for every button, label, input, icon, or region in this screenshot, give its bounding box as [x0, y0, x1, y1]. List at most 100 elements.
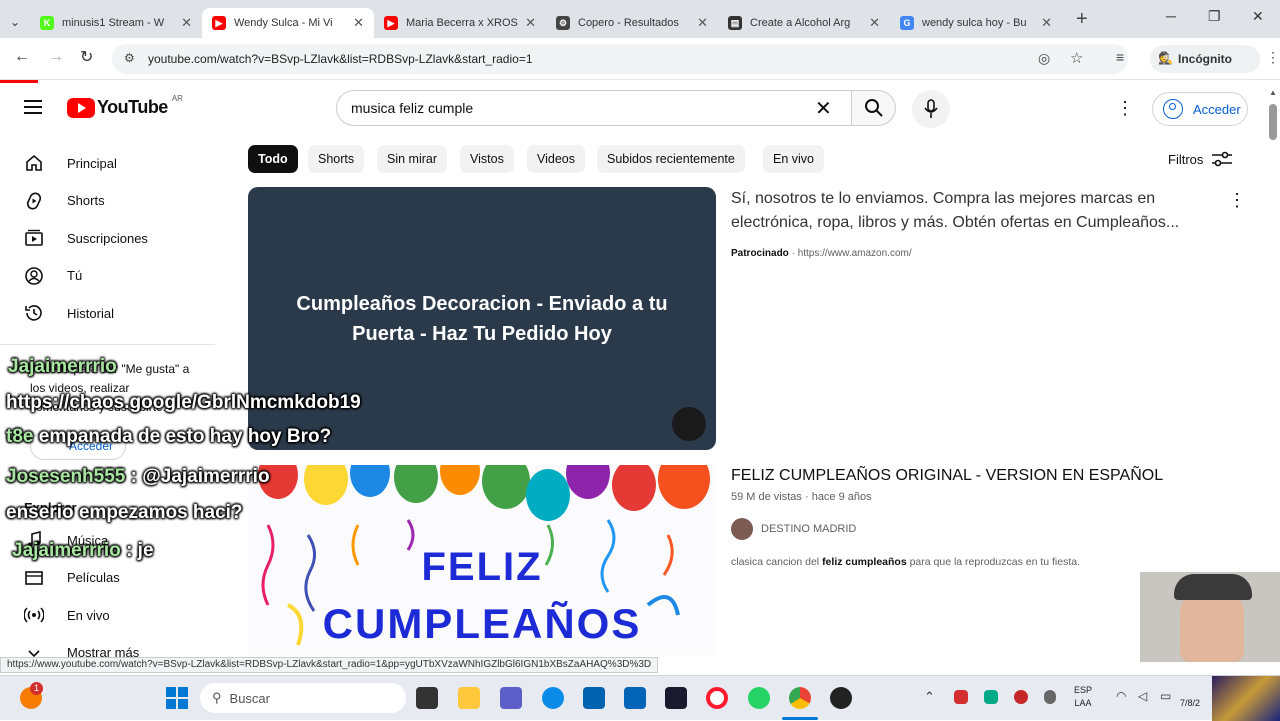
- battery-icon[interactable]: ▭: [1160, 689, 1171, 703]
- teams-icon[interactable]: [500, 687, 522, 709]
- menu-dots-icon[interactable]: ⋮: [1266, 49, 1280, 66]
- sidebar-item[interactable]: En vivo: [24, 597, 110, 633]
- chat-message: Jajaimerrrio: [8, 356, 117, 378]
- voice-search-button[interactable]: [912, 90, 950, 128]
- windows-start-icon[interactable]: [166, 687, 188, 709]
- omnibox[interactable]: ⚙ youtube.com/watch?v=BSvp-LZlavk&list=R…: [112, 44, 1128, 74]
- new-tab-button[interactable]: +: [1076, 8, 1088, 31]
- scroll-thumb[interactable]: [1269, 104, 1277, 140]
- filter-chip[interactable]: Videos: [527, 145, 585, 173]
- thumbnail-title-line2: CUMPLEAÑOS: [322, 600, 642, 647]
- tray-mic-icon[interactable]: [1044, 690, 1056, 704]
- scroll-up-arrow[interactable]: ▲: [1269, 88, 1277, 97]
- opera-icon[interactable]: [706, 687, 728, 709]
- input-language[interactable]: ESP LAA: [1074, 684, 1092, 710]
- tray-app-icon[interactable]: [954, 690, 968, 704]
- tray-app3-icon[interactable]: [1014, 690, 1028, 704]
- bookmark-star-icon[interactable]: ☆: [1070, 49, 1083, 67]
- sidebar-item[interactable]: Tú: [24, 258, 82, 294]
- minimize-button[interactable]: ─: [1166, 8, 1176, 24]
- chat-user: Jajaimerrrio: [8, 356, 117, 377]
- sidebar-item[interactable]: Películas: [24, 560, 120, 596]
- tab-close-icon[interactable]: ✕: [1041, 15, 1052, 31]
- incognito-badge[interactable]: 🕵 Incógnito: [1150, 45, 1260, 73]
- sidebar-item[interactable]: Principal: [24, 145, 117, 181]
- wifi-icon[interactable]: ◠: [1116, 689, 1126, 703]
- sidebar-item[interactable]: Suscripciones: [24, 220, 148, 256]
- tab-close-icon[interactable]: ✕: [869, 15, 880, 31]
- chrome-icon[interactable]: [789, 687, 811, 709]
- tab-close-icon[interactable]: ✕: [181, 15, 192, 31]
- video-thumbnail[interactable]: FELIZ CUMPLEAÑOS: [248, 465, 716, 655]
- browser-tab[interactable]: ▶ Maria Becerra x XROS ✕: [374, 8, 546, 38]
- media-icon[interactable]: ≡: [1116, 49, 1124, 65]
- filter-chip[interactable]: Todo: [248, 145, 298, 173]
- back-icon[interactable]: ←: [14, 48, 30, 66]
- browser-tab[interactable]: Kminusis1 Stream - W ✕: [30, 8, 202, 38]
- tab-close-icon[interactable]: ✕: [697, 15, 708, 31]
- tab-close-icon[interactable]: ✕: [525, 15, 536, 31]
- store-icon[interactable]: [583, 687, 605, 709]
- browser-tab[interactable]: Gwendy sulca hoy - Bu ✕: [890, 8, 1062, 38]
- chat-text: : je: [126, 540, 154, 561]
- browser-tab[interactable]: ▶ Wendy Sulca - Mi Vi ✕: [202, 8, 374, 38]
- eye-off-icon[interactable]: ◎: [1038, 50, 1050, 67]
- filter-chip[interactable]: Shorts: [308, 145, 365, 173]
- filter-chip[interactable]: En vivo: [763, 145, 824, 173]
- sponsored-label: Patrocinado: [731, 248, 789, 259]
- forward-icon[interactable]: →: [48, 48, 64, 66]
- task-view-icon[interactable]: [416, 687, 438, 709]
- video-title[interactable]: FELIZ CUMPLEAÑOS ORIGINAL - VERSION EN E…: [731, 467, 1163, 485]
- account-icon: [1163, 99, 1183, 119]
- sidebar-item-label: Películas: [67, 570, 120, 585]
- channel-name[interactable]: DESTINO MADRID: [761, 523, 856, 535]
- disney-icon[interactable]: [665, 687, 687, 709]
- ad-description[interactable]: Sí, nosotros te lo enviamos. Compra las …: [731, 187, 1221, 235]
- ad-logo-circle: [672, 407, 706, 441]
- sidebar-item-label: En vivo: [67, 607, 110, 623]
- channel-avatar[interactable]: [731, 518, 753, 540]
- youtube-logo[interactable]: YouTube AR: [67, 94, 183, 118]
- webcam-hair: [1174, 574, 1252, 600]
- settings-dots-icon[interactable]: ⋮: [1116, 98, 1134, 119]
- sidebar-item[interactable]: Shorts: [24, 183, 105, 219]
- hamburger-menu-icon[interactable]: [24, 100, 42, 114]
- clear-search-icon[interactable]: ✕: [815, 96, 832, 121]
- ad-link[interactable]: https://www.amazon.com/: [798, 248, 912, 259]
- site-info-icon[interactable]: ⚙: [124, 51, 135, 65]
- clock-date[interactable]: 7/8/2: [1180, 698, 1200, 708]
- search-button[interactable]: [852, 90, 896, 126]
- outlook-icon[interactable]: [624, 687, 646, 709]
- browser-tab[interactable]: ▤ Create a Alcohol Arg ✕: [718, 8, 890, 38]
- channel-row[interactable]: DESTINO MADRID: [731, 518, 856, 540]
- tray-expand-icon[interactable]: ⌃: [924, 689, 935, 705]
- file-explorer-icon[interactable]: [458, 687, 480, 709]
- ad-more-icon[interactable]: ⋮: [1228, 190, 1246, 211]
- close-window-button[interactable]: ✕: [1252, 8, 1264, 25]
- search-input[interactable]: musica feliz cumple: [351, 100, 473, 116]
- youtube-logo-text: YouTube: [97, 97, 168, 117]
- tab-search-button[interactable]: ⌄: [0, 15, 30, 29]
- volume-icon[interactable]: ◁: [1138, 689, 1147, 703]
- edge-icon[interactable]: [542, 687, 564, 709]
- filters-button[interactable]: Filtros: [1168, 150, 1233, 168]
- filter-chip[interactable]: Sin mirar: [377, 145, 448, 173]
- snippet-pre: clasica cancion del: [731, 556, 823, 568]
- sidebar-item[interactable]: Historial: [24, 295, 114, 331]
- search-box[interactable]: musica feliz cumple ✕: [336, 90, 852, 126]
- filter-sliders-icon: [1212, 151, 1233, 167]
- tab-favicon-icon: ▤: [728, 16, 742, 30]
- header-signin-label: Acceder: [1193, 101, 1241, 117]
- tab-title: Create a Alcohol Arg: [750, 17, 851, 29]
- browser-tab[interactable]: ⚙ Copero - Resultados ✕: [546, 8, 718, 38]
- restore-button[interactable]: ❐: [1208, 8, 1221, 25]
- tab-close-icon[interactable]: ✕: [353, 15, 364, 31]
- header-signin-button[interactable]: Acceder: [1152, 92, 1248, 126]
- taskbar-search[interactable]: ⚲ Buscar: [200, 683, 406, 713]
- whatsapp-icon[interactable]: [748, 687, 770, 709]
- filter-chip[interactable]: Subidos recientemente: [597, 145, 745, 173]
- reload-icon[interactable]: ↻: [80, 47, 93, 67]
- obs-icon[interactable]: [830, 687, 852, 709]
- filter-chip[interactable]: Vistos: [460, 145, 514, 173]
- tray-app2-icon[interactable]: [984, 690, 998, 704]
